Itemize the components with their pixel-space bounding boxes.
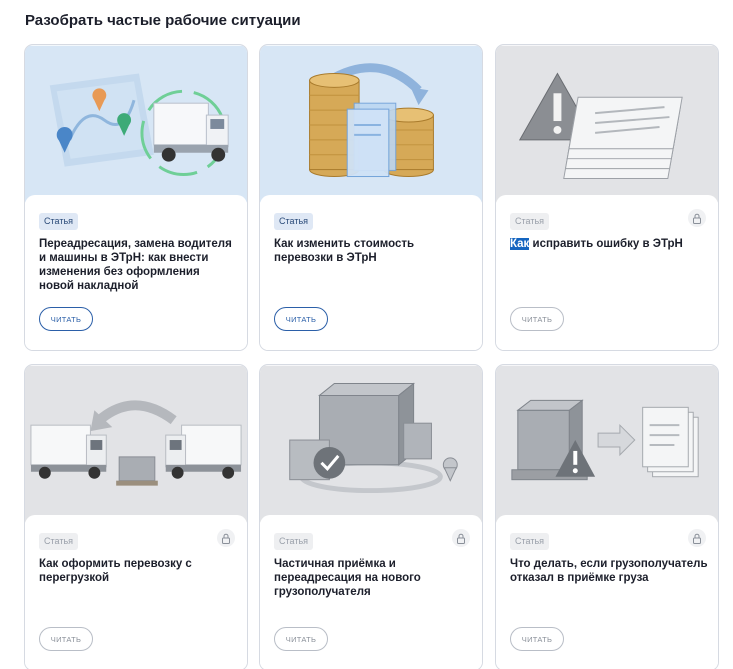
card-title[interactable]: Как исправить ошибку в ЭТрН bbox=[510, 237, 708, 251]
two-trucks-illustration bbox=[25, 365, 247, 523]
lock-icon bbox=[452, 529, 470, 547]
search-highlight: Как bbox=[510, 238, 530, 250]
article-card[interactable]: Статья Как исправить ошибку в ЭТрН ЧИТАТ… bbox=[495, 44, 719, 351]
read-button[interactable]: ЧИТАТЬ bbox=[274, 627, 328, 651]
read-button[interactable]: ЧИТАТЬ bbox=[39, 627, 93, 651]
route-truck-illustration bbox=[25, 45, 247, 203]
read-button[interactable]: ЧИТАТЬ bbox=[274, 307, 328, 331]
boxes-check-illustration bbox=[260, 365, 482, 523]
article-badge: Статья bbox=[510, 213, 550, 230]
lock-icon bbox=[688, 529, 706, 547]
article-badge: Статья bbox=[274, 533, 314, 550]
pallet-warning-illustration bbox=[496, 365, 718, 523]
article-card[interactable]: Статья Частичная приёмка и переадресация… bbox=[259, 364, 483, 669]
card-title[interactable]: Переадресация, замена водителя и машины … bbox=[39, 237, 237, 293]
coins-documents-illustration bbox=[260, 45, 482, 203]
card-body: Статья Как исправить ошибку в ЭТрН ЧИТАТ… bbox=[496, 195, 718, 350]
card-body: Статья Как оформить перевозку с перегруз… bbox=[25, 515, 247, 669]
article-card[interactable]: Статья Что делать, если грузополучатель … bbox=[495, 364, 719, 669]
card-body: Статья Как изменить стоимость перевозки … bbox=[260, 195, 482, 350]
warning-documents-illustration bbox=[496, 45, 718, 203]
read-button[interactable]: ЧИТАТЬ bbox=[39, 307, 93, 331]
article-card[interactable]: Статья Как изменить стоимость перевозки … bbox=[259, 44, 483, 351]
card-body: Статья Переадресация, замена водителя и … bbox=[25, 195, 247, 350]
article-badge: Статья bbox=[39, 213, 79, 230]
card-title[interactable]: Что делать, если грузополучатель отказал… bbox=[510, 557, 708, 585]
article-badge: Статья bbox=[39, 533, 79, 550]
card-title[interactable]: Как изменить стоимость перевозки в ЭТрН bbox=[274, 237, 472, 265]
card-body: Статья Частичная приёмка и переадресация… bbox=[260, 515, 482, 669]
article-card[interactable]: Статья Как оформить перевозку с перегруз… bbox=[24, 364, 248, 669]
card-title[interactable]: Частичная приёмка и переадресация на нов… bbox=[274, 557, 472, 599]
lock-icon bbox=[217, 529, 235, 547]
read-button[interactable]: ЧИТАТЬ bbox=[510, 627, 564, 651]
card-body: Статья Что делать, если грузополучатель … bbox=[496, 515, 718, 669]
article-badge: Статья bbox=[510, 533, 550, 550]
read-button[interactable]: ЧИТАТЬ bbox=[510, 307, 564, 331]
article-card[interactable]: Статья Переадресация, замена водителя и … bbox=[24, 44, 248, 351]
section-title: Разобрать частые рабочие ситуации bbox=[25, 12, 301, 29]
article-badge: Статья bbox=[274, 213, 314, 230]
card-title[interactable]: Как оформить перевозку с перегрузкой bbox=[39, 557, 237, 585]
lock-icon bbox=[688, 209, 706, 227]
